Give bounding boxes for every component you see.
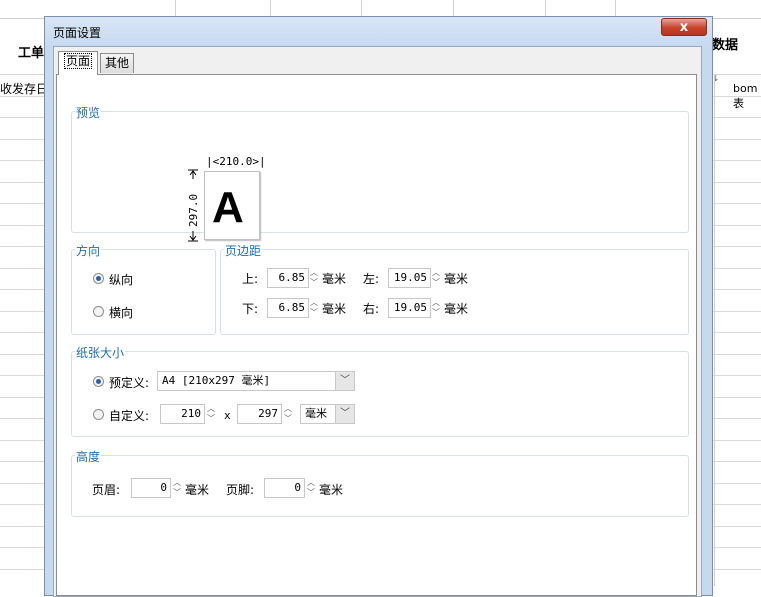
footer-spinner[interactable]: ︿ ﹀ [306, 478, 316, 498]
spin-up-icon[interactable]: ︿ [172, 478, 182, 488]
margin-top-unit: 毫米 [322, 272, 347, 286]
margin-left-input[interactable]: 19.05 [388, 268, 431, 288]
page-setup-dialog: 页面设置 x 页面 其他 预览 |<210.0>| 297.0 A 方向 纵向 … [44, 16, 713, 597]
margin-right-label: 右: [363, 302, 380, 316]
orientation-legend: 方向 [75, 242, 102, 259]
margin-top-input[interactable]: 6.85 [267, 268, 309, 288]
paper-size-group [71, 351, 689, 437]
margin-right-unit: 毫米 [444, 302, 469, 316]
margin-bottom-input[interactable]: 6.85 [267, 298, 309, 318]
tab-page[interactable]: 页面 [58, 51, 98, 75]
sheet-title-left: 工单 [18, 46, 45, 61]
header-spinner[interactable]: ︿ ﹀ [172, 478, 182, 498]
spin-up-icon[interactable]: ︿ [431, 298, 441, 308]
preview-group [71, 111, 689, 233]
custom-unit-value: 毫米 [305, 407, 327, 420]
portrait-radio[interactable] [93, 273, 104, 284]
preview-width-value: 210.0 [219, 155, 253, 168]
custom-label[interactable]: 自定义: [109, 407, 149, 424]
height-legend: 高度 [75, 448, 102, 465]
spin-up-icon[interactable]: ︿ [309, 298, 319, 308]
spin-down-icon[interactable]: ﹀ [206, 414, 216, 424]
spin-down-icon[interactable]: ﹀ [431, 278, 441, 288]
chevron-down-icon[interactable]: ﹀ [335, 372, 354, 390]
margin-bottom-spinner[interactable]: ︿ ﹀ [309, 298, 319, 318]
margins-group [220, 249, 689, 335]
footer-input[interactable]: 0 [264, 478, 305, 498]
dialog-title: 页面设置 [53, 26, 102, 40]
preview-height-value: 297.0 [187, 193, 200, 227]
spin-down-icon[interactable]: ﹀ [309, 308, 319, 318]
tab-panel-page: 预览 |<210.0>| 297.0 A 方向 纵向 横向 页边距 上: 6.8… [56, 74, 697, 596]
margin-bottom-label: 下: [242, 302, 259, 316]
spin-down-icon[interactable]: ﹀ [431, 308, 441, 318]
preview-width-dimension: |<210.0>| [206, 155, 266, 168]
custom-width-spinner[interactable]: ︿ ﹀ [206, 404, 216, 424]
custom-unit-select[interactable]: 毫米 ﹀ [300, 404, 355, 424]
orientation-group [71, 249, 216, 335]
column-divider [714, 74, 715, 586]
custom-height-spinner[interactable]: ︿ ﹀ [283, 404, 293, 424]
custom-width-input[interactable]: 210 [160, 404, 205, 424]
margin-top-label: 上: [242, 272, 259, 286]
sheet-header-left: 收发存日 [0, 82, 49, 96]
footer-unit: 毫米 [319, 483, 344, 497]
width-left-arrow-icon: |< [206, 155, 220, 168]
preview-height-dimension: 297.0 [185, 169, 201, 243]
paper-size-legend: 纸张大小 [75, 344, 126, 361]
spin-up-icon[interactable]: ︿ [431, 268, 441, 278]
chevron-down-icon[interactable]: ﹀ [335, 405, 354, 423]
tab-other[interactable]: 其他 [100, 53, 134, 73]
predefined-radio[interactable] [93, 376, 104, 387]
header-input[interactable]: 0 [131, 478, 171, 498]
spin-up-icon[interactable]: ︿ [206, 404, 216, 414]
portrait-label[interactable]: 纵向 [109, 271, 133, 288]
margin-left-label: 左: [363, 272, 380, 286]
custom-radio[interactable] [93, 409, 104, 420]
paper-preview-letter: A [212, 183, 244, 232]
spin-up-icon[interactable]: ︿ [306, 478, 316, 488]
spin-down-icon[interactable]: ﹀ [283, 414, 293, 424]
spin-down-icon[interactable]: ﹀ [172, 488, 182, 498]
header-unit: 毫米 [185, 483, 210, 497]
custom-size-separator: x [224, 409, 231, 422]
dialog-client-area: 页面 其他 预览 |<210.0>| 297.0 A 方向 纵向 横向 页边距 … [53, 46, 702, 597]
tab-other-label: 其他 [104, 56, 129, 70]
footer-label: 页脚: [226, 483, 255, 497]
margin-right-spinner[interactable]: ︿ ﹀ [431, 298, 441, 318]
landscape-label[interactable]: 横向 [109, 304, 133, 321]
margin-top-spinner[interactable]: ︿ ﹀ [309, 268, 319, 288]
spin-down-icon[interactable]: ﹀ [309, 278, 319, 288]
spin-down-icon[interactable]: ﹀ [306, 488, 316, 498]
margin-bottom-unit: 毫米 [322, 302, 347, 316]
margins-legend: 页边距 [224, 242, 263, 259]
spin-up-icon[interactable]: ︿ [309, 268, 319, 278]
margin-right-input[interactable]: 19.05 [388, 298, 431, 318]
tab-page-label: 页面 [63, 53, 93, 69]
close-button[interactable]: x [661, 18, 707, 36]
width-right-arrow-icon: >| [252, 155, 266, 168]
dialog-titlebar[interactable]: 页面设置 [45, 17, 712, 46]
margin-left-unit: 毫米 [444, 272, 469, 286]
sheet-title-right: 数据 [712, 38, 739, 53]
custom-height-input[interactable]: 297 [237, 404, 282, 424]
predefined-paper-select[interactable]: A4 [210x297 毫米] ﹀ [157, 371, 355, 391]
header-label: 页眉: [92, 483, 121, 497]
predefined-paper-value: A4 [210x297 毫米] [162, 374, 271, 387]
predefined-label[interactable]: 预定义: [109, 374, 149, 391]
preview-legend: 预览 [75, 104, 102, 121]
landscape-radio[interactable] [93, 306, 104, 317]
margin-left-spinner[interactable]: ︿ ﹀ [431, 268, 441, 288]
spin-up-icon[interactable]: ︿ [283, 404, 293, 414]
